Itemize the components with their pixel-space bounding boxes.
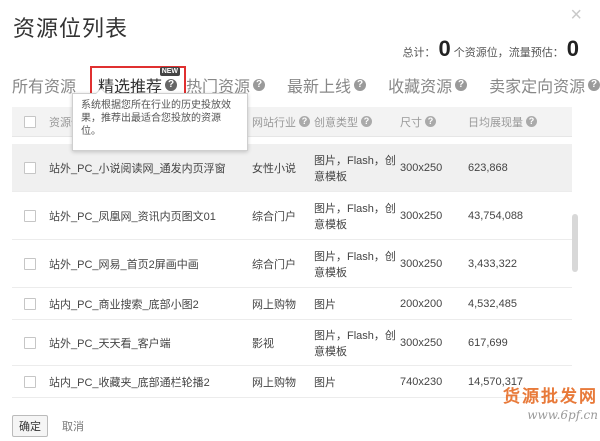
help-icon[interactable]: ?: [526, 116, 537, 127]
row-impressions: 43,754,088: [468, 209, 524, 222]
help-icon[interactable]: ?: [165, 79, 178, 91]
row-creative: 图片，Flash，创意模板: [314, 329, 396, 358]
row-checkbox[interactable]: [24, 336, 36, 349]
tab-newly-launched[interactable]: 最新上线 ?: [287, 73, 367, 97]
summary-resource-unit: 个资源位，: [453, 47, 509, 59]
help-icon[interactable]: ?: [299, 116, 310, 127]
header-industry: 网站行业: [252, 116, 296, 129]
watermark-url: www.6pf.cn: [527, 408, 598, 422]
new-badge: NEW: [159, 67, 181, 76]
tab-seller-targeted[interactable]: 卖家定向资源 ?: [489, 73, 600, 97]
row-name: 站外_PC_小说阅读网_通发内页浮窗: [49, 162, 226, 175]
row-industry: 网上购物: [252, 298, 296, 311]
row-size: 300x250: [400, 257, 443, 270]
row-industry: 网上购物: [252, 376, 296, 389]
row-name: 站外_PC_网易_首页2屏画中画: [49, 258, 199, 271]
row-creative: 图片，Flash，创意模板: [314, 250, 396, 279]
table-row[interactable]: 站外_PC_小说阅读网_通发内页浮窗 女性小说 图片，Flash，创意模板 30…: [12, 144, 572, 192]
tab-all-resources[interactable]: 所有资源: [12, 73, 76, 97]
summary-traffic-label: 流量预估：: [508, 47, 564, 59]
row-size: 300x250: [400, 336, 443, 349]
row-checkbox[interactable]: [24, 161, 36, 174]
help-icon[interactable]: ?: [361, 116, 372, 127]
row-name: 站内_PC_商业搜索_底部小图2: [49, 298, 199, 311]
header-impressions: 日均展现量: [468, 116, 523, 129]
row-creative: 图片: [314, 376, 336, 389]
table-row[interactable]: 站外_PC_天天看_客户端 影视 图片，Flash，创意模板 300x250 6…: [12, 320, 572, 366]
help-icon[interactable]: ?: [455, 79, 468, 91]
tab-label: 最新上线: [287, 79, 352, 96]
row-size: 200x200: [400, 297, 443, 310]
row-industry: 女性小说: [252, 162, 296, 175]
tab-label: 卖家定向资源: [489, 79, 586, 96]
row-size: 300x250: [400, 161, 443, 174]
close-icon[interactable]: ×: [570, 4, 582, 27]
header-size: 尺寸: [400, 116, 422, 129]
table-row[interactable]: 站外_PC_网易_首页2屏画中画 综合门户 图片，Flash，创意模板 300x…: [12, 240, 572, 288]
row-size: 740x230: [400, 375, 443, 388]
help-icon[interactable]: ?: [253, 79, 266, 91]
table-scrollbar[interactable]: [572, 214, 578, 272]
help-icon[interactable]: ?: [354, 79, 367, 91]
row-industry: 综合门户: [252, 210, 296, 223]
dialog-footer: 确定 取消: [12, 415, 84, 437]
row-industry: 综合门户: [252, 258, 296, 271]
summary-bar: 总计： 0 个资源位， 流量预估： 0: [403, 36, 583, 62]
row-size: 300x250: [400, 209, 443, 222]
row-checkbox[interactable]: [24, 375, 36, 388]
select-all-checkbox[interactable]: [24, 115, 36, 128]
tab-label: 所有资源: [12, 79, 77, 96]
help-icon[interactable]: ?: [425, 116, 436, 127]
help-icon[interactable]: ?: [588, 79, 600, 91]
resource-list-dialog: 资源位列表 × 总计： 0 个资源位， 流量预估： 0 所有资源 精选推荐 ? …: [0, 0, 600, 441]
row-industry: 影视: [252, 337, 274, 350]
tab-favorite-resources[interactable]: 收藏资源 ?: [388, 73, 468, 97]
row-creative: 图片，Flash，创意模板: [314, 154, 396, 183]
row-creative: 图片，Flash，创意模板: [314, 202, 396, 231]
row-name: 站外_PC_凤凰网_资讯内页图文01: [49, 210, 216, 223]
row-impressions: 617,699: [468, 336, 508, 349]
row-impressions: 3,433,322: [468, 257, 517, 270]
table-body[interactable]: 站外_PC_小说阅读网_通发内页浮窗 女性小说 图片，Flash，创意模板 30…: [12, 144, 572, 409]
row-impressions: 4,532,485: [468, 297, 517, 310]
watermark-title: 货源批发网: [503, 387, 598, 407]
summary-total-label: 总计：: [402, 47, 436, 59]
dialog-title: 资源位列表: [13, 16, 129, 41]
row-checkbox[interactable]: [24, 209, 36, 222]
row-checkbox[interactable]: [24, 257, 36, 270]
summary-resource-count: 0: [438, 36, 451, 61]
row-name: 站内_PC_收藏夹_底部通栏轮播2: [49, 376, 210, 389]
watermark: 货源批发网 www.6pf.cn: [486, 382, 598, 422]
confirm-button[interactable]: 确定: [12, 415, 48, 437]
table-row[interactable]: 站内_PC_商业搜索_底部小图2 网上购物 图片 200x200 4,532,4…: [12, 288, 572, 320]
table-row[interactable]: 站外_PC_凤凰网_资讯内页图文01 综合门户 图片，Flash，创意模板 30…: [12, 192, 572, 240]
recommend-tooltip: 系统根据您所在行业的历史投放效果，推荐出最适合您投放的资源位。: [72, 88, 248, 151]
cancel-button[interactable]: 取消: [62, 418, 84, 434]
summary-traffic-value: 0: [566, 36, 579, 61]
row-checkbox[interactable]: [24, 297, 36, 310]
row-creative: 图片: [314, 298, 336, 311]
row-impressions: 623,868: [468, 161, 508, 174]
row-name: 站外_PC_天天看_客户端: [49, 337, 171, 350]
header-creative: 创意类型: [314, 116, 358, 129]
tab-label: 收藏资源: [388, 79, 453, 96]
